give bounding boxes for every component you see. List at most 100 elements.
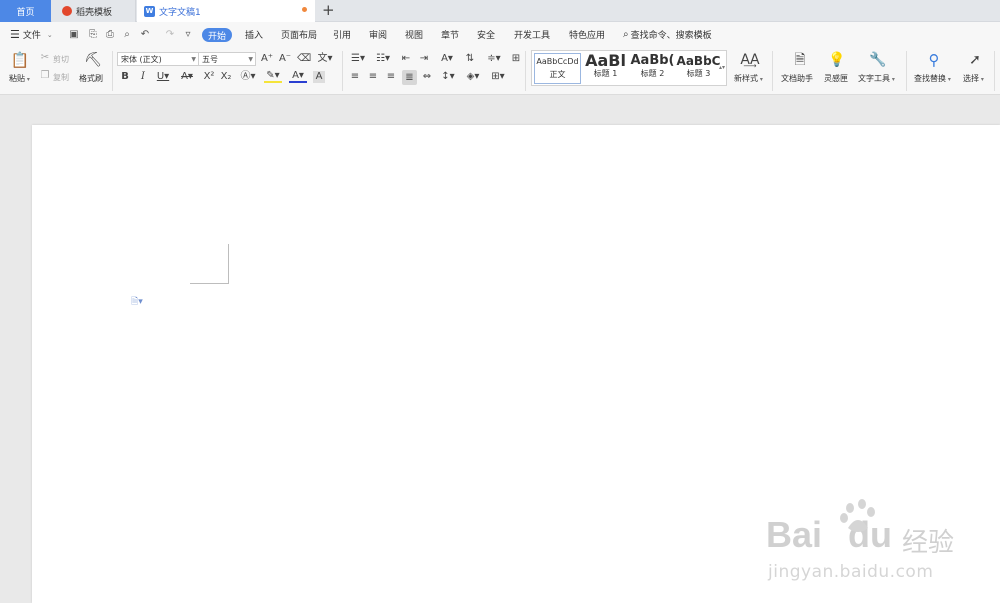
new-tab-button[interactable]: + (322, 1, 335, 19)
copy-icon[interactable]: ❐ (40, 71, 50, 81)
tab-chapter[interactable]: 章节 (441, 22, 459, 47)
tab-developer[interactable]: 开发工具 (514, 22, 550, 47)
text-tools-button[interactable]: 文字工具 ▾ (858, 73, 895, 84)
doc-assistant-icon[interactable]: 🗎 (791, 51, 809, 69)
highlight-icon[interactable]: ✎▾ (264, 71, 282, 83)
wrench-icon[interactable]: 🔧 (869, 51, 887, 69)
subscript-icon[interactable]: X₂ (220, 71, 232, 83)
format-painter-button[interactable]: 格式刷 (79, 73, 103, 84)
bullet-list-icon[interactable]: ☰▾ (349, 53, 367, 65)
tab-template[interactable]: 稻壳模板 (52, 0, 136, 22)
command-search-label: 查找命令、搜索模板 (630, 31, 712, 41)
font-size-select[interactable]: 五号 ▼ (198, 52, 256, 66)
border-icon[interactable]: ⊞▾ (489, 71, 507, 83)
sort-icon[interactable]: ⇅ (464, 53, 476, 65)
style-normal[interactable]: AaBbCcDd 正文 (534, 53, 581, 84)
tab-page-layout[interactable]: 页面布局 (281, 22, 317, 47)
table-grid-icon[interactable]: ⊞ (510, 53, 522, 65)
cursor-icon[interactable]: ➚ (967, 51, 983, 69)
file-menu[interactable]: ☰ 文件 ⌄ (10, 22, 53, 47)
style-sample: AaBb( (630, 53, 675, 68)
numbered-list-icon[interactable]: ☷▾ (374, 53, 392, 65)
bold-icon[interactable]: B (119, 71, 131, 83)
select-button[interactable]: 选择 ▾ (963, 73, 984, 84)
paste-options-icon[interactable]: 🗎▾ (131, 294, 151, 307)
group-divider (342, 51, 343, 91)
distributed-align-icon[interactable]: ⇔ (421, 71, 433, 83)
command-search[interactable]: ⌕ 查找命令、搜索模板 (623, 22, 712, 47)
underline-icon[interactable]: U▾ (154, 71, 172, 83)
redo-icon[interactable]: ↷ (164, 28, 176, 40)
margin-corner-mark (228, 244, 229, 283)
copy-button[interactable]: 复制 (53, 72, 69, 83)
tab-references[interactable]: 引用 (333, 22, 351, 47)
align-justify-icon[interactable]: ≣ (402, 70, 417, 85)
shading-fill-icon[interactable]: ◈▾ (464, 71, 482, 83)
tab-special[interactable]: 特色应用 (569, 22, 605, 47)
group-divider (772, 51, 773, 91)
watermark-cn: 经验 (902, 528, 955, 558)
tab-document[interactable]: W 文字文稿1 (137, 0, 315, 22)
tab-home[interactable]: 首页 (0, 0, 51, 22)
tab-start[interactable]: 开始 (202, 28, 233, 42)
inspiration-button[interactable]: 灵感匣 (824, 73, 848, 84)
chevron-down-icon: ▼ (191, 56, 196, 63)
line-spacing-icon[interactable]: ≑▾ (485, 53, 503, 65)
superscript-icon[interactable]: X² (203, 71, 215, 83)
cut-button[interactable]: 剪切 (53, 54, 69, 65)
tab-security[interactable]: 安全 (477, 22, 495, 47)
increase-indent-icon[interactable]: ⇥ (418, 53, 430, 65)
clear-format-icon[interactable]: ⌫ (297, 53, 311, 65)
decrease-indent-icon[interactable]: ⇤ (400, 53, 412, 65)
chinese-layout-icon[interactable]: A▾ (438, 53, 456, 65)
find-replace-button[interactable]: 查找替换 ▾ (914, 73, 951, 84)
lightbulb-icon[interactable]: 💡 (828, 51, 846, 69)
font-name-select[interactable]: 宋体 (正文) ▼ (117, 52, 199, 66)
style-heading-2[interactable]: AaBb( 标题 2 (629, 53, 676, 84)
style-sample: AaBbC (676, 54, 721, 68)
undo-icon[interactable]: ↶ (139, 28, 151, 40)
style-heading-1[interactable]: AaBl 标题 1 (582, 53, 629, 84)
doc-assistant-button[interactable]: 文档助手 (781, 73, 813, 84)
hamburger-icon: ☰ (10, 28, 20, 41)
align-center-icon[interactable]: ≡ (367, 71, 379, 83)
paragraph-spacing-icon[interactable]: ↕▾ (439, 71, 457, 83)
new-style-button[interactable]: 新样式 ▾ (734, 73, 763, 84)
phonetic-guide-icon[interactable]: 文▾ (316, 53, 334, 65)
tab-review[interactable]: 审阅 (369, 22, 387, 47)
customize-toolbar-icon[interactable]: ▿ (182, 28, 194, 40)
font-size-value: 五号 (202, 54, 218, 64)
print-icon[interactable]: ⎙ (104, 28, 116, 40)
save-icon[interactable]: ▣ (68, 28, 80, 40)
italic-icon[interactable]: I (137, 71, 149, 83)
strikethrough-icon[interactable]: A▾ (178, 71, 196, 83)
cut-icon[interactable]: ✂ (40, 53, 50, 63)
paste-icon[interactable]: 📋 (11, 51, 30, 69)
style-name: 标题 1 (593, 69, 618, 78)
decrease-font-icon[interactable]: A⁻ (279, 53, 291, 65)
format-painter-icon[interactable]: ⛏ (84, 51, 102, 69)
ribbon-toolbar: 📋 粘贴 ▾ ✂ 剪切 ❐ 复制 ⛏ 格式刷 宋体 (正文) ▼ 五号 ▼ A⁺ A… (0, 47, 1000, 95)
text-effect-icon[interactable]: Ⓐ▾ (239, 71, 257, 83)
style-heading-3[interactable]: AaBbC 标题 3 (675, 53, 722, 84)
magnifier-icon[interactable]: ⚲ (925, 51, 943, 69)
new-style-icon[interactable]: A͢A (740, 51, 760, 69)
tab-view[interactable]: 视图 (405, 22, 423, 47)
print-preview-icon[interactable]: ⌕ (121, 28, 133, 40)
export-pdf-icon[interactable]: ⎘ (87, 28, 99, 40)
gallery-more-icon[interactable]: ▴▾ (718, 61, 726, 75)
paste-button[interactable]: 粘贴 ▾ (9, 73, 30, 84)
tab-insert[interactable]: 插入 (245, 22, 263, 47)
paw-icon (838, 498, 878, 538)
font-color-icon[interactable]: A▾ (289, 71, 307, 83)
char-shading-icon[interactable]: A (313, 71, 325, 83)
align-right-icon[interactable]: ≡ (385, 71, 397, 83)
increase-font-icon[interactable]: A⁺ (261, 53, 273, 65)
group-divider (994, 51, 995, 91)
group-divider (112, 51, 113, 91)
style-sample: AaBbCcDd (536, 57, 579, 66)
style-sample: AaBl (585, 53, 626, 69)
style-name: 正文 (549, 70, 566, 79)
align-left-icon[interactable]: ≡ (349, 71, 361, 83)
search-icon: ⌕ (623, 29, 629, 40)
